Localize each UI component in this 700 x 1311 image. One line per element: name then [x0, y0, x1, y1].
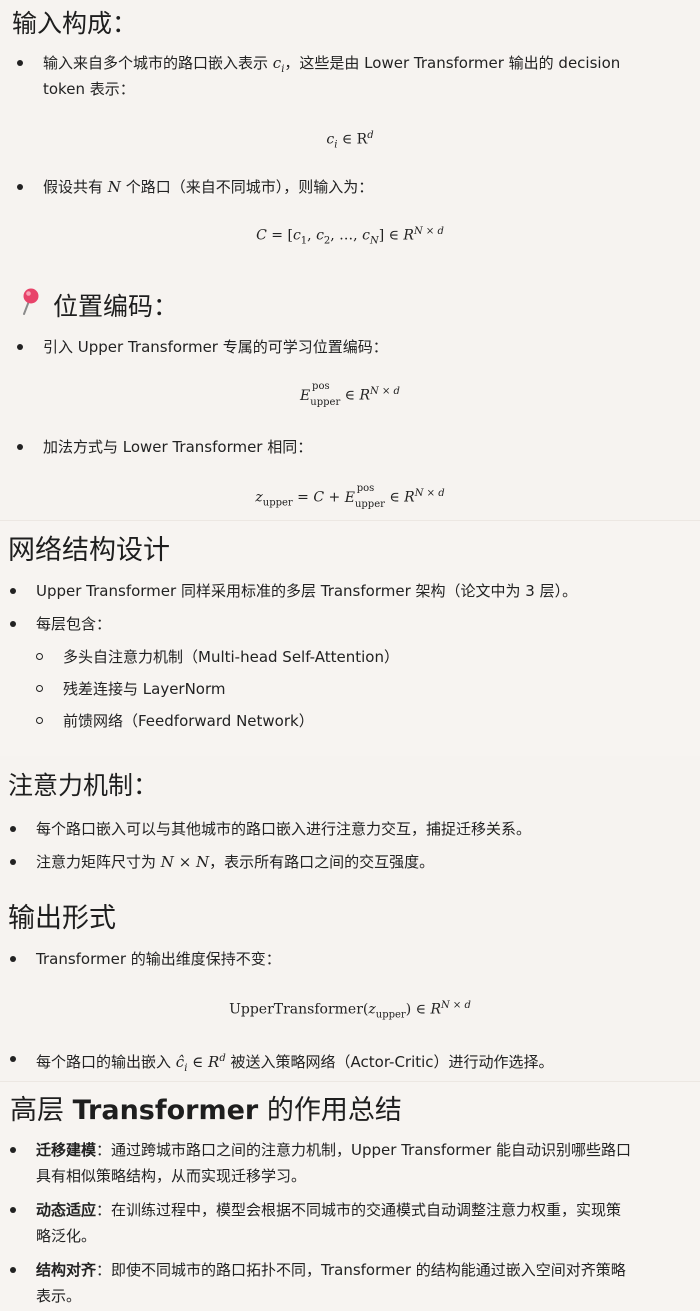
text-span: 每个路口的输出嵌入: [36, 1053, 172, 1071]
bullet-icon: [17, 60, 23, 66]
math-formula-C: C = [c1, c2, …, cN] ∈ RN × d: [256, 226, 444, 247]
list-item-text: 每层包含：: [36, 615, 112, 633]
pushpin-icon: [23, 288, 39, 315]
heading-attention: 注意力机制：: [8, 771, 159, 800]
heading-input-composition: 输入构成：: [12, 9, 138, 38]
list-item-text: 动态适应：在训练过程中，模型会根据不同城市的交通模式自动调整注意力权重，实现策: [36, 1197, 696, 1223]
bold-term: 迁移建模: [36, 1141, 97, 1159]
text-span: ：即使不同城市的路口拓扑不同，Transformer 的结构能通过嵌入空间对齐策…: [96, 1261, 626, 1279]
list-item-text: 每个路口的输出嵌入 ĉi ∈ Rd 被送入策略网络（Actor-Critic）进…: [36, 1046, 554, 1082]
circle-bullet-icon: [36, 717, 43, 724]
bullet-icon: [10, 621, 16, 627]
bullet-icon: [10, 1267, 16, 1273]
math-var-N: N: [107, 178, 121, 196]
heading-text: 高层: [10, 1095, 64, 1126]
text-span: ，表示所有路口之间的交互强度。: [209, 853, 435, 871]
list-item-text: 假设共有 N 个路口（来自不同城市），则输入为：: [43, 174, 373, 200]
math-formula-upper-transformer: UpperTransformer(zupper) ∈ RN × d: [229, 1000, 471, 1021]
bold-term: 动态适应: [36, 1201, 97, 1219]
math-text: ∈ R: [341, 131, 368, 148]
list-item-text-line2: 略泛化。: [36, 1227, 97, 1245]
bullet-icon: [10, 1056, 16, 1062]
list-item-text-line2: 具有相似策略结构，从而实现迁移学习。: [36, 1167, 307, 1185]
text-span: ：在训练过程中，模型会根据不同城市的交通模式自动调整注意力权重，实现策: [96, 1201, 622, 1219]
heading-text: 的作用总结: [266, 1095, 402, 1126]
bullet-icon: [10, 859, 16, 865]
list-item-text: 迁移建模：通过跨城市路口之间的注意力机制，Upper Transformer 能…: [36, 1137, 696, 1163]
sub-list-item-text: 前馈网络（Feedforward Network）: [63, 712, 314, 730]
text-span: 被送入策略网络（Actor-Critic）进行动作选择。: [230, 1053, 554, 1071]
bullet-icon: [17, 444, 23, 450]
list-item-text: 每个路口嵌入可以与其他城市的路口嵌入进行注意力交互，捕捉迁移关系。: [36, 820, 532, 838]
list-item-text: 引入 Upper Transformer 专属的可学习位置编码：: [43, 338, 388, 356]
math-inline: ĉi ∈ Rd: [175, 1053, 226, 1074]
circle-bullet-icon: [36, 685, 43, 692]
sub-list-item-text: 残差连接与 LayerNorm: [63, 680, 226, 698]
bullet-icon: [10, 956, 16, 962]
bullet-icon: [10, 1147, 16, 1153]
list-item-text: Transformer 的输出维度保持不变：: [36, 950, 281, 968]
math-inline: N × N: [160, 853, 210, 871]
bullet-icon: [10, 826, 16, 832]
math-formula-epos: Epos upper ∈ RN × d: [300, 380, 400, 408]
math-formula-ci: ci ∈ Rd: [326, 130, 374, 151]
heading-summary: 高层 Transformer 的作用总结: [10, 1088, 700, 1127]
circle-bullet-icon: [36, 653, 43, 660]
text-span: 假设共有: [43, 178, 104, 196]
text-span: ：通过跨城市路口之间的注意力机制，Upper Transformer 能自动识别…: [96, 1141, 631, 1159]
heading-network-structure: 网络结构设计: [8, 535, 170, 566]
text-span: 输入来自多个城市的路口嵌入表示: [43, 54, 269, 72]
text-span: ，这些是由 Lower Transformer 输出的 decision: [284, 54, 621, 72]
list-item-text: Upper Transformer 同样采用标准的多层 Transformer …: [36, 582, 578, 600]
list-item-text: 结构对齐：即使不同城市的路口拓扑不同，Transformer 的结构能通过嵌入空…: [36, 1257, 696, 1283]
math-var-c: c: [272, 54, 282, 72]
bullet-icon: [17, 184, 23, 190]
bold-term: 结构对齐: [36, 1261, 97, 1279]
bullet-icon: [10, 588, 16, 594]
heading-output-form: 输出形式: [8, 903, 116, 934]
heading-position-encoding: 位置编码：: [53, 292, 179, 321]
list-item-text: 加法方式与 Lower Transformer 相同：: [43, 438, 313, 456]
math-formula-zupper: zupper = C + Epos upper ∈ RN × d: [255, 482, 445, 510]
bullet-icon: [10, 1207, 16, 1213]
sub-list-item-text: 多头自注意力机制（Multi-head Self-Attention）: [63, 648, 399, 666]
text-span: 注意力矩阵尺寸为: [36, 853, 157, 871]
math-var: ci: [272, 54, 285, 75]
text-span: 个路口（来自不同城市），则输入为：: [125, 178, 374, 196]
list-item-text: 注意力矩阵尺寸为 N × N，表示所有路口之间的交互强度。: [36, 849, 434, 875]
list-item-text-line2: 表示。: [36, 1287, 82, 1305]
bullet-icon: [17, 344, 23, 350]
list-item-text-line2: token 表示：: [43, 80, 135, 98]
heading-bold-text: Transformer: [72, 1095, 259, 1126]
